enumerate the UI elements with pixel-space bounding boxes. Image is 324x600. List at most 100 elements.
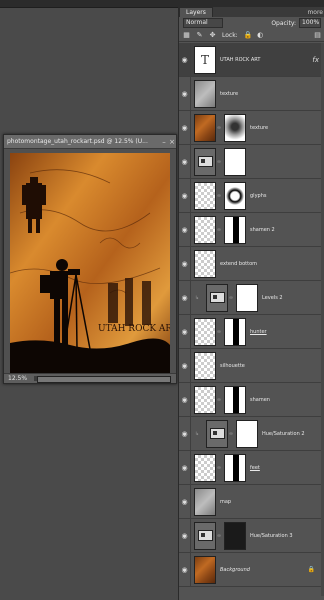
visibility-eye-icon[interactable]: ◉ [179,213,191,246]
visibility-eye-icon[interactable]: ◉ [179,383,191,416]
layer-name[interactable]: glyphs [250,193,266,199]
layer-thumbnail[interactable] [194,249,216,278]
blend-mode-select[interactable]: Normal [183,18,223,28]
visibility-eye-icon[interactable]: ◉ [179,179,191,212]
layer-row[interactable]: ◉ ∞ shamen 2 [179,213,324,247]
layer-name[interactable]: hunter [250,329,267,335]
visibility-eye-icon[interactable]: ◉ [179,451,191,484]
layer-row[interactable]: ◉ ∞ hunter [179,315,324,349]
link-icon[interactable]: ∞ [216,329,222,335]
visibility-eye-icon[interactable]: ◉ [179,553,191,586]
layer-mask-thumbnail[interactable] [224,147,246,176]
layer-row[interactable]: ◉ ∞ shamen [179,383,324,417]
minimize-icon[interactable]: – [160,138,168,146]
panel-menu-button[interactable]: more [307,8,324,17]
layer-mask-thumbnail[interactable] [224,521,246,550]
layer-mask-thumbnail[interactable] [236,283,258,312]
layer-thumbnail[interactable] [194,555,216,584]
delete-icon[interactable]: ▤ [314,31,321,39]
layer-name[interactable]: extend bottom [220,261,257,267]
layer-name[interactable]: silhouette [220,363,245,369]
layer-mask-thumbnail[interactable] [224,113,246,142]
document-title-bar[interactable]: photomontage_utah_rockart.psd @ 12.5% (U… [4,135,176,149]
link-icon[interactable]: ∞ [228,431,234,437]
link-icon[interactable]: ∞ [216,227,222,233]
layer-name[interactable]: map [220,499,231,505]
layer-name[interactable]: Hue/Saturation 2 [262,431,305,437]
adjustment-layer-icon[interactable] [206,283,228,312]
visibility-eye-icon[interactable]: ◉ [179,43,191,76]
visibility-eye-icon[interactable]: ◉ [179,247,191,280]
layer-mask-thumbnail[interactable] [224,385,246,414]
visibility-eye-icon[interactable]: ◉ [179,315,191,348]
link-icon[interactable]: ∞ [216,465,222,471]
rock-art-canvas[interactable]: UTAH ROCK ART [10,153,170,373]
opacity-input[interactable]: 100% [299,18,321,28]
layer-row[interactable]: ◉ Background 🔒 [179,553,324,587]
layer-mask-thumbnail[interactable] [236,419,258,448]
layer-thumbnail[interactable] [194,113,216,142]
layer-name[interactable]: texture [220,91,238,97]
layer-row[interactable]: ◉ map [179,485,324,519]
layer-row[interactable]: ◉ ∞ [179,145,324,179]
link-icon[interactable]: ∞ [228,295,234,301]
visibility-eye-icon[interactable]: ◉ [179,519,191,552]
adjustment-layer-icon[interactable] [194,147,216,176]
layer-row[interactable]: ◉ extend bottom [179,247,324,281]
visibility-eye-icon[interactable]: ◉ [179,417,191,450]
layer-name[interactable]: Background [220,567,250,573]
layer-thumbnail[interactable] [194,317,216,346]
layer-thumbnail[interactable] [194,487,216,516]
layer-row[interactable]: ◉ T UTAH ROCK ART fx [179,43,324,77]
layer-thumbnail[interactable] [194,453,216,482]
visibility-eye-icon[interactable]: ◉ [179,349,191,382]
scroll-thumb[interactable] [37,376,171,383]
link-icon[interactable]: ∞ [216,159,222,165]
horizontal-scrollbar[interactable] [34,376,171,383]
layer-row[interactable]: ◉ ↳ ∞ Hue/Saturation 2 [179,417,324,451]
zoom-level[interactable]: 12.5% [4,375,30,382]
close-icon[interactable]: × [168,138,176,146]
layer-name[interactable]: UTAH ROCK ART [220,57,260,63]
layer-row[interactable]: ◉ ∞ Hue/Saturation 3 [179,519,324,553]
link-icon[interactable]: ∞ [216,125,222,131]
visibility-eye-icon[interactable]: ◉ [179,485,191,518]
layer-mask-thumbnail[interactable] [224,215,246,244]
layer-name[interactable]: texture [250,125,268,131]
visibility-eye-icon[interactable]: ◉ [179,111,191,144]
adjustment-layer-icon[interactable] [206,419,228,448]
adjustment-layer-icon[interactable] [194,521,216,550]
link-icon[interactable]: ∞ [216,193,222,199]
layer-row[interactable]: ◉ ∞ feet [179,451,324,485]
fill-icon[interactable]: ◐ [257,31,264,39]
canvas-area[interactable]: UTAH ROCK ART [4,149,176,375]
layer-row[interactable]: ◉ ↳ ∞ Levels 2 [179,281,324,315]
layer-name[interactable]: Levels 2 [262,295,283,301]
layer-name[interactable]: shamen 2 [250,227,275,233]
layer-mask-thumbnail[interactable] [224,453,246,482]
layer-name[interactable]: Hue/Saturation 3 [250,533,293,539]
tab-layers[interactable]: Layers [179,7,213,17]
layer-mask-thumbnail[interactable] [224,181,246,210]
layer-thumbnail[interactable] [194,79,216,108]
layer-thumbnail[interactable] [194,215,216,244]
layer-row[interactable]: ◉ ∞ glyphs [179,179,324,213]
layer-thumbnail[interactable] [194,351,216,380]
link-icon[interactable]: ∞ [216,533,222,539]
link-icon[interactable]: ∞ [216,397,222,403]
layer-mask-thumbnail[interactable] [224,317,246,346]
layer-name[interactable]: shamen [250,397,270,403]
layer-effects-icon[interactable]: fx [312,56,319,64]
lock-all-icon[interactable]: 🔒 [244,31,253,39]
lock-transparency-icon[interactable]: ▦ [183,31,190,39]
visibility-eye-icon[interactable]: ◉ [179,77,191,110]
visibility-eye-icon[interactable]: ◉ [179,281,191,314]
layer-row[interactable]: ◉ ∞ texture [179,111,324,145]
layer-thumbnail[interactable] [194,385,216,414]
layer-row[interactable]: ◉ silhouette [179,349,324,383]
layer-name[interactable]: feet [250,465,260,471]
text-layer-icon[interactable]: T [194,45,216,74]
document-window[interactable]: photomontage_utah_rockart.psd @ 12.5% (U… [3,134,177,384]
lock-position-icon[interactable]: ✥ [209,31,216,39]
layer-thumbnail[interactable] [194,181,216,210]
